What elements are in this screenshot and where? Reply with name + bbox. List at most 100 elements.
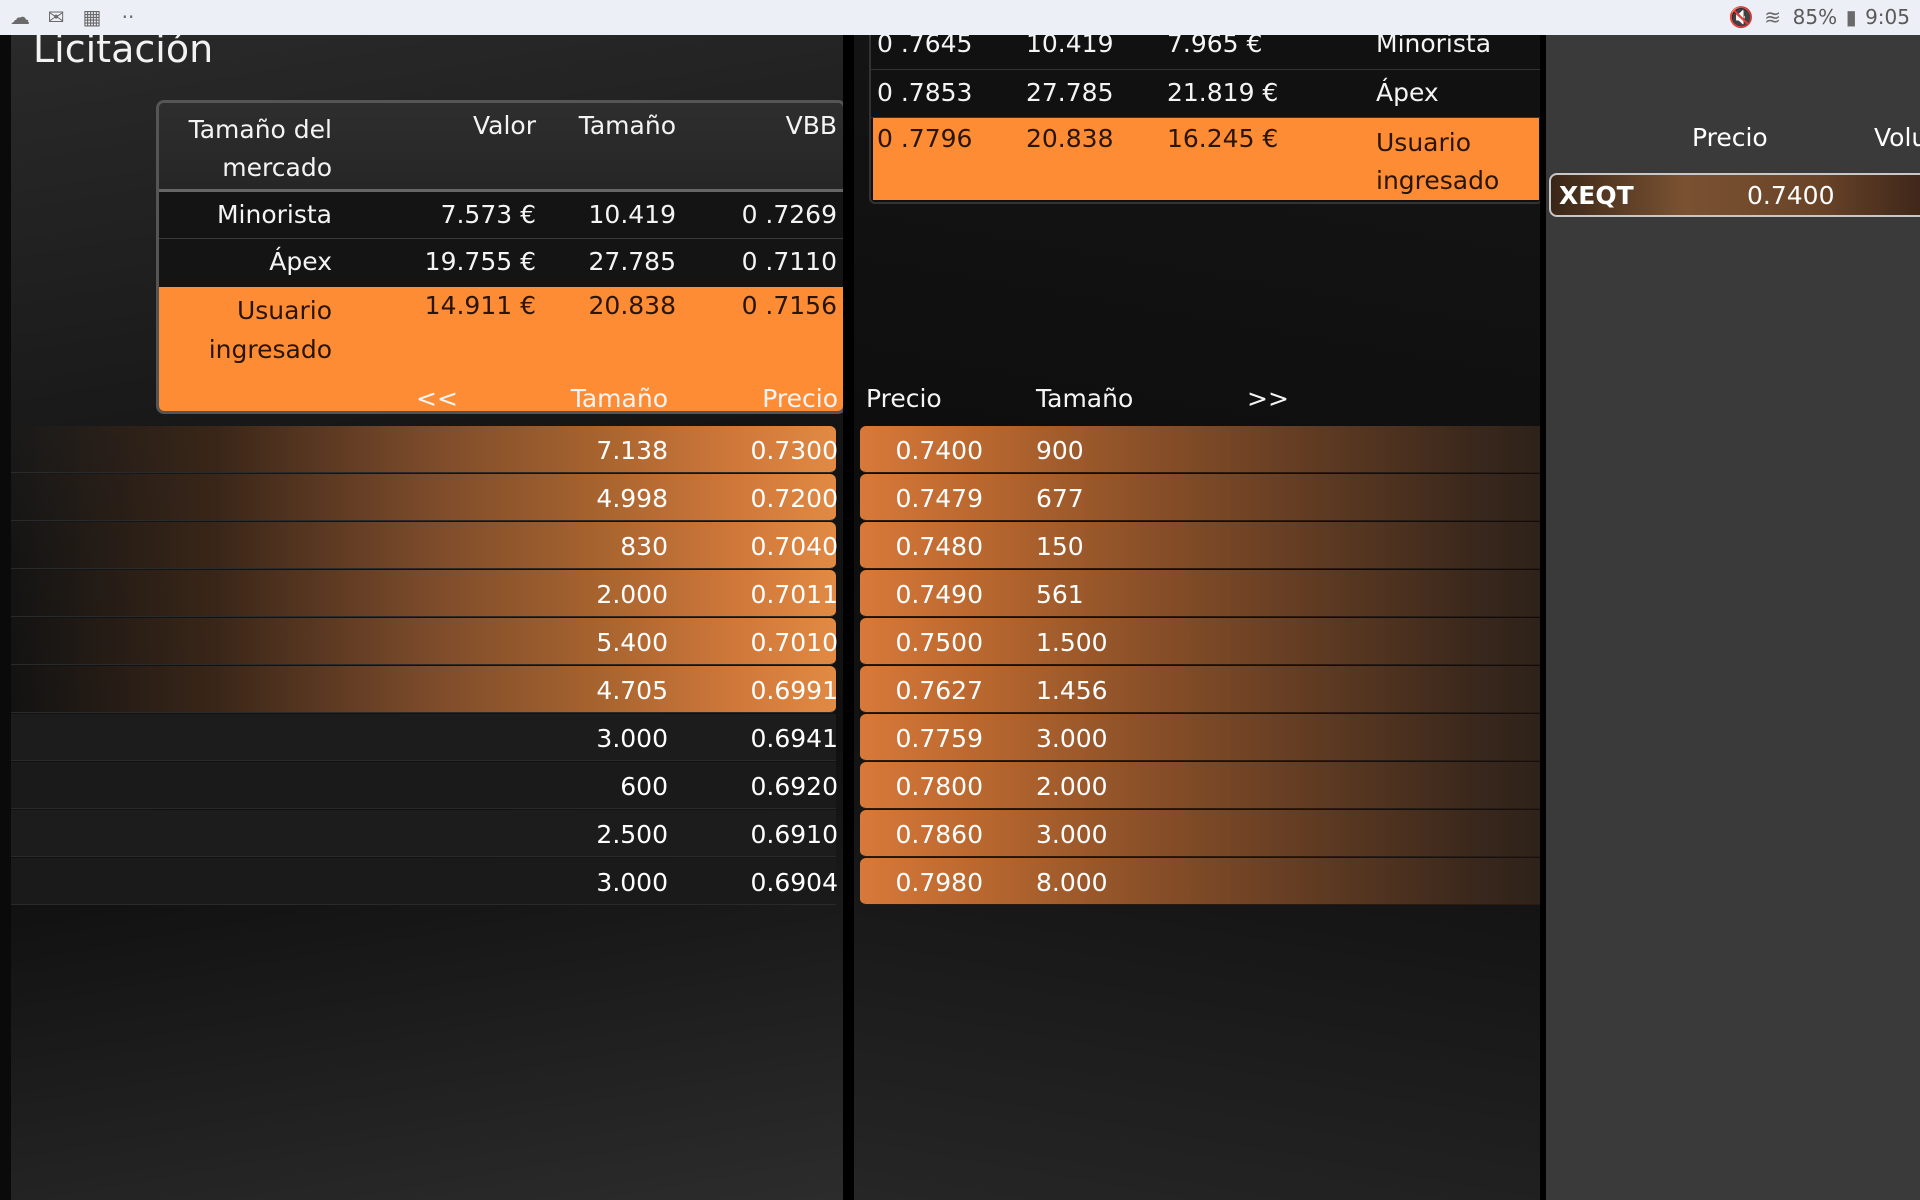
ask-size-header: Tamaño (1036, 384, 1134, 413)
ask-size: 3.000 (1036, 724, 1108, 753)
row-tamano: 27.785 (1026, 78, 1114, 107)
bid-price: 0.6910 (750, 820, 838, 849)
bid-size: 2.500 (596, 820, 668, 849)
summary-header-row: Tamaño del mercado Valor Tamaño VBB (159, 103, 843, 192)
ask-price: 0.7627 (895, 676, 983, 705)
bid-size: 830 (620, 532, 668, 561)
bid-size: 4.998 (596, 484, 668, 513)
ask-ladder-row[interactable]: 0.7759 3.000 (860, 714, 1540, 761)
ask-ladder-row[interactable]: 0.7400 900 (860, 426, 1540, 473)
ask-price: 0.7490 (895, 580, 983, 609)
watchlist-price-header: Precio (1692, 123, 1768, 152)
bid-price: 0.7300 (750, 436, 838, 465)
row-tamano: 27.785 (588, 247, 676, 276)
row-valor: 14.911 € (424, 291, 536, 320)
wifi-icon: ≋ (1764, 5, 1781, 29)
ask-ladder-row[interactable]: 0.7480 150 (860, 522, 1540, 569)
row-valor: 21.819 € (1167, 78, 1279, 107)
ask-price: 0.7479 (895, 484, 983, 513)
ask-size: 561 (1036, 580, 1084, 609)
ask-price: 0.7980 (895, 868, 983, 897)
ask-price: 0.7800 (895, 772, 983, 801)
ask-price-header: Precio (866, 384, 942, 413)
bid-ladder-row[interactable]: 2.500 0.6910 (11, 810, 838, 857)
bid-panel: Licitación Tamaño del mercado Valor Tama… (11, 35, 843, 1200)
gallery-icon: ▦ (82, 5, 102, 29)
panel-title: Licitación (33, 35, 214, 71)
bid-size: 3.000 (596, 724, 668, 753)
row-name: Ápex (1376, 78, 1439, 107)
next-page-button[interactable]: >> (1247, 384, 1289, 413)
ask-size: 677 (1036, 484, 1084, 513)
ask-size: 1.500 (1036, 628, 1108, 657)
ask-summary-row-minorista[interactable]: 0 .7645 10.419 7.965 € Minorista (871, 35, 1540, 70)
ask-ladder-row[interactable]: 0.7800 2.000 (860, 762, 1540, 809)
row-tamano: 10.419 (1026, 35, 1114, 58)
bid-ladder-row[interactable]: 600 0.6920 (11, 762, 838, 809)
ask-size: 900 (1036, 436, 1084, 465)
more-dots-icon: ·· (121, 5, 135, 29)
bid-size: 7.138 (596, 436, 668, 465)
watchlist-symbol: XEQT (1559, 181, 1634, 210)
battery-icon: ▮ (1845, 5, 1857, 29)
bid-size: 2.000 (596, 580, 668, 609)
bid-size: 3.000 (596, 868, 668, 897)
bid-ladder-row[interactable]: 5.400 0.7010 (11, 618, 838, 665)
header-market-size: Tamaño del mercado (188, 115, 332, 182)
row-valor: 7.965 € (1167, 35, 1263, 58)
bid-price: 0.6920 (750, 772, 838, 801)
ask-ladder-row[interactable]: 0.7627 1.456 (860, 666, 1540, 713)
row-vbb: 0 .7853 (877, 78, 973, 107)
ask-ladder-row[interactable]: 0.7479 677 (860, 474, 1540, 521)
ask-price: 0.7400 (895, 436, 983, 465)
status-bar: ☁ ✉ ▦ ·· 🔇 ≋ 85% ▮ 9:05 (0, 0, 1920, 35)
bid-size: 5.400 (596, 628, 668, 657)
panel-divider (843, 35, 854, 1200)
row-vbb: 0 .7269 (741, 200, 837, 229)
bid-ladder-row[interactable]: 4.705 0.6991 (11, 666, 838, 713)
row-tamano: 20.838 (1026, 124, 1114, 153)
battery-percent: 85% (1792, 5, 1838, 29)
bid-price: 0.6991 (750, 676, 838, 705)
row-vbb: 0 .7645 (877, 35, 973, 58)
ask-ladder-row[interactable]: 0.7980 8.000 (860, 858, 1540, 905)
ask-summary-table: 0 .7645 10.419 7.965 € Minorista 0 .7853… (869, 35, 1540, 204)
bid-price: 0.7200 (750, 484, 838, 513)
bid-ladder-row[interactable]: 4.998 0.7200 (11, 474, 838, 521)
ask-ladder-row[interactable]: 0.7500 1.500 (860, 618, 1540, 665)
bid-price-header: Precio (762, 384, 838, 413)
bid-ladder-row[interactable]: 830 0.7040 (11, 522, 838, 569)
bid-size: 600 (620, 772, 668, 801)
bid-ladder-row[interactable]: 3.000 0.6941 (11, 714, 838, 761)
watchlist-volume-header: Volu (1874, 123, 1920, 152)
bid-size: 4.705 (596, 676, 668, 705)
watchlist-row[interactable]: XEQT 0.7400 (1549, 173, 1920, 217)
ask-summary-row-apex[interactable]: 0 .7853 27.785 21.819 € Ápex (871, 70, 1540, 118)
row-valor: 7.573 € (440, 200, 536, 229)
bid-price: 0.7040 (750, 532, 838, 561)
mute-icon: 🔇 (1728, 5, 1754, 29)
row-valor: 19.755 € (424, 247, 536, 276)
bid-size-header: Tamaño (570, 384, 668, 413)
ask-size: 2.000 (1036, 772, 1108, 801)
summary-row-apex[interactable]: Ápex 19.755 € 27.785 0 .7110 (159, 239, 843, 287)
row-vbb: 0 .7156 (741, 291, 837, 320)
ask-ladder-row[interactable]: 0.7860 3.000 (860, 810, 1540, 857)
row-name: Minorista (1376, 35, 1492, 58)
bid-price: 0.7010 (750, 628, 838, 657)
bid-price: 0.6941 (750, 724, 838, 753)
bid-ladder-row[interactable]: 7.138 0.7300 (11, 426, 838, 473)
ask-ladder-row[interactable]: 0.7490 561 (860, 570, 1540, 617)
bid-ladder-row[interactable]: 3.000 0.6904 (11, 858, 838, 905)
row-vbb: 0 .7110 (741, 247, 837, 276)
summary-row-minorista[interactable]: Minorista 7.573 € 10.419 0 .7269 (159, 192, 843, 239)
ask-panel: 0 .7645 10.419 7.965 € Minorista 0 .7853… (854, 35, 1540, 1200)
ask-size: 3.000 (1036, 820, 1108, 849)
bid-ladder-row[interactable]: 2.000 0.7011 (11, 570, 838, 617)
row-vbb: 0 .7796 (877, 124, 973, 153)
bid-summary-table: Tamaño del mercado Valor Tamaño VBB Mino… (156, 100, 843, 414)
row-valor: 16.245 € (1167, 124, 1279, 153)
ask-summary-row-user[interactable]: 0 .7796 20.838 16.245 € Usuario ingresad… (873, 118, 1539, 200)
header-valor: Valor (472, 111, 536, 140)
prev-page-button[interactable]: << (416, 384, 458, 413)
